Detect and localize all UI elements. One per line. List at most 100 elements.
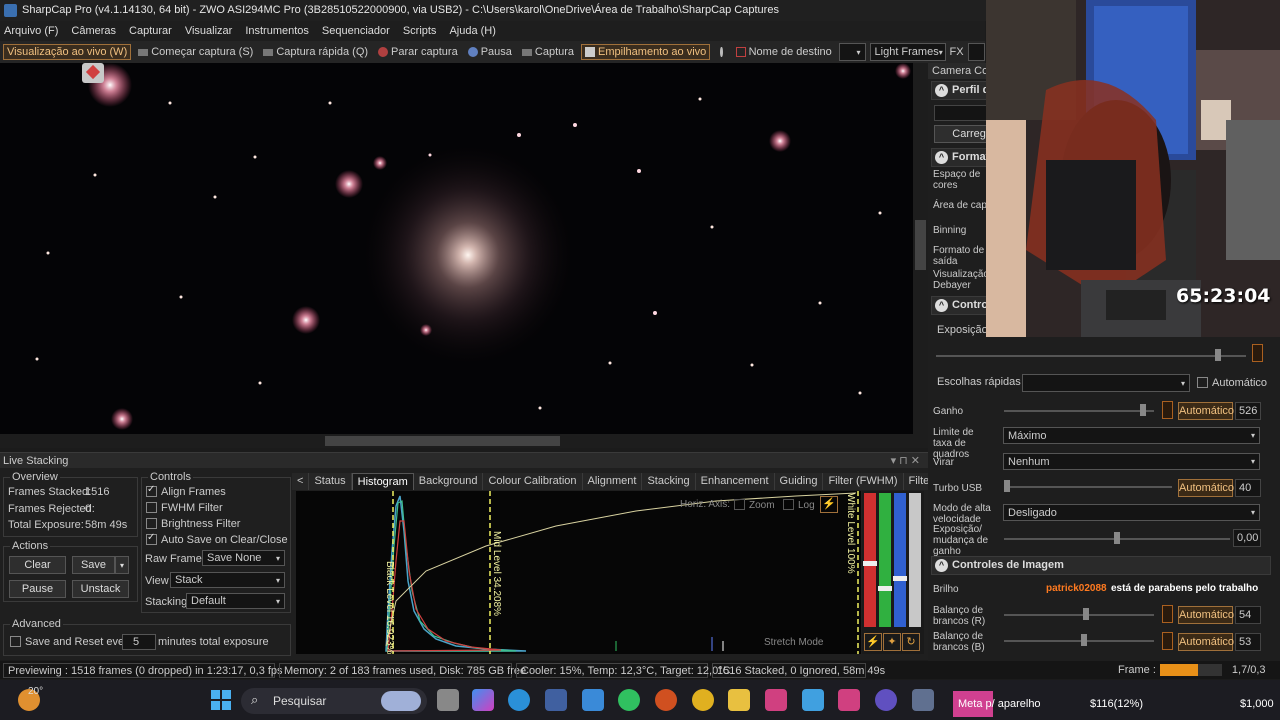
align-frames-option[interactable]: Align Frames bbox=[146, 484, 226, 498]
raw-frames-dropdown[interactable]: Save None ▾ bbox=[202, 550, 285, 566]
log-option[interactable]: Log bbox=[783, 499, 815, 511]
gain-value[interactable]: 526 bbox=[1235, 402, 1261, 420]
gain-slider[interactable] bbox=[1004, 410, 1154, 412]
tab-filter-fwhm[interactable]: Filter (FWHM) bbox=[823, 473, 904, 490]
blue-slider-thumb[interactable] bbox=[893, 576, 907, 581]
auto-save-checkbox[interactable] bbox=[146, 532, 157, 545]
white-balance-red-spinner[interactable] bbox=[1162, 605, 1173, 623]
white-balance-blue-value[interactable]: 53 bbox=[1235, 633, 1261, 651]
file-explorer-icon[interactable] bbox=[728, 689, 750, 711]
tab-enhancement[interactable]: Enhancement bbox=[695, 473, 775, 490]
app-pink-icon[interactable] bbox=[765, 689, 787, 711]
store-icon[interactable] bbox=[545, 689, 567, 711]
preview-horizontal-scroll-thumb[interactable] bbox=[325, 436, 560, 446]
menu-file[interactable]: Arquivo (F) bbox=[4, 25, 58, 37]
white-balance-blue-slider[interactable] bbox=[1004, 640, 1154, 642]
live-view-button[interactable]: Visualização ao vivo (W) bbox=[3, 44, 132, 60]
auto-stretch-icon[interactable]: ⚡ bbox=[820, 496, 838, 513]
usb-turbo-value[interactable]: 40 bbox=[1235, 479, 1261, 497]
pause-button[interactable]: Pausa bbox=[465, 45, 515, 59]
tab-status[interactable]: Status bbox=[309, 473, 352, 490]
green-slider-thumb[interactable] bbox=[878, 586, 892, 591]
fx-dropdown[interactable] bbox=[967, 43, 986, 61]
fwhm-filter-checkbox[interactable] bbox=[146, 502, 157, 513]
zoom-option[interactable]: Zoom bbox=[734, 499, 775, 511]
save-dropdown-button[interactable]: ▾ bbox=[115, 556, 129, 574]
view-dropdown[interactable]: Stack ▾ bbox=[170, 572, 285, 588]
windows-start-icon[interactable] bbox=[211, 690, 231, 710]
edge-icon[interactable] bbox=[508, 689, 530, 711]
high-speed-mode-dropdown[interactable]: Desligado ▾ bbox=[1003, 504, 1260, 521]
auto-exposure-checkbox[interactable] bbox=[1197, 377, 1208, 388]
tab-background[interactable]: Background bbox=[413, 473, 484, 490]
sparkle-icon[interactable]: ✦ bbox=[883, 633, 901, 651]
capture-button[interactable]: Captura bbox=[519, 45, 577, 59]
whatsapp-icon[interactable] bbox=[618, 689, 640, 711]
gain-slider-thumb[interactable] bbox=[1140, 404, 1146, 416]
menu-view[interactable]: Visualizar bbox=[185, 25, 233, 37]
menu-help[interactable]: Ajuda (H) bbox=[449, 25, 495, 37]
brightness-filter-checkbox[interactable] bbox=[146, 518, 157, 529]
white-balance-red-slider[interactable] bbox=[1004, 614, 1154, 616]
app-pink-icon-2[interactable] bbox=[838, 689, 860, 711]
white-balance-red-auto-button[interactable]: Automático bbox=[1178, 606, 1234, 624]
luminance-level-slider[interactable] bbox=[909, 493, 921, 627]
frame-type-dropdown[interactable]: Light Frames ▾ bbox=[869, 43, 946, 61]
flip-dropdown[interactable]: Nenhum ▾ bbox=[1003, 453, 1260, 470]
sharpcap-taskbar-icon[interactable] bbox=[912, 689, 934, 711]
green-level-slider[interactable] bbox=[879, 493, 891, 627]
brightness-filter-option[interactable]: Brightness Filter bbox=[146, 518, 240, 530]
save-reset-checkbox[interactable] bbox=[10, 636, 21, 647]
opera-icon[interactable] bbox=[655, 689, 677, 711]
white-balance-red-value[interactable]: 54 bbox=[1235, 606, 1261, 624]
reset-icon[interactable]: ↻ bbox=[902, 633, 920, 651]
start-capture-button[interactable]: Começar captura (S) bbox=[135, 45, 256, 59]
unstack-button[interactable]: Unstack bbox=[72, 580, 129, 598]
menu-tools[interactable]: Instrumentos bbox=[245, 25, 309, 37]
clear-button[interactable]: Clear bbox=[9, 556, 66, 574]
white-balance-red-thumb[interactable] bbox=[1083, 608, 1089, 620]
level-sliders[interactable]: ⚡ ✦ ↻ bbox=[862, 491, 924, 654]
tabs-scroll-left[interactable]: < bbox=[292, 473, 310, 490]
frame-rate-limit-dropdown[interactable]: Máximo ▾ bbox=[1003, 427, 1260, 444]
log-checkbox[interactable] bbox=[783, 499, 794, 510]
white-balance-blue-thumb[interactable] bbox=[1081, 634, 1087, 646]
copilot-icon[interactable] bbox=[472, 689, 494, 711]
tab-alignment[interactable]: Alignment bbox=[582, 473, 643, 490]
target-name-dropdown[interactable]: ▾ bbox=[838, 43, 866, 61]
quick-capture-button[interactable]: Captura rápida (Q) bbox=[260, 45, 371, 59]
tab-stacking[interactable]: Stacking bbox=[642, 473, 696, 490]
app-blue-icon[interactable] bbox=[802, 689, 824, 711]
exposure-gain-change-thumb[interactable] bbox=[1114, 532, 1120, 544]
menu-scripts[interactable]: Scripts bbox=[403, 25, 437, 37]
tab-colour-calibration[interactable]: Colour Calibration bbox=[483, 473, 583, 490]
task-view-icon[interactable] bbox=[437, 689, 459, 711]
exposure-slider-thumb[interactable] bbox=[1215, 349, 1221, 361]
menu-sequencer[interactable]: Sequenciador bbox=[322, 25, 390, 37]
menu-capture[interactable]: Capturar bbox=[129, 25, 172, 37]
align-frames-checkbox[interactable] bbox=[146, 484, 157, 497]
image-controls-section-header[interactable]: ^ Controles de Imagem bbox=[931, 556, 1271, 575]
zoom-checkbox[interactable] bbox=[734, 499, 745, 510]
exposure-slider[interactable] bbox=[936, 355, 1246, 357]
live-stack-button[interactable]: Empilhamento ao vivo bbox=[581, 44, 711, 60]
menu-cameras[interactable]: Câmeras bbox=[71, 25, 116, 37]
white-balance-blue-auto-button[interactable]: Automático bbox=[1178, 633, 1234, 651]
lightning-icon[interactable]: ⚡ bbox=[864, 633, 882, 651]
tab-guiding[interactable]: Guiding bbox=[774, 473, 824, 490]
taskbar-search-box[interactable]: ⌕ Pesquisar bbox=[241, 688, 427, 714]
exposure-spinner[interactable] bbox=[1252, 344, 1263, 362]
target-name-button[interactable]: Nome de destino bbox=[733, 45, 835, 59]
usb-turbo-slider-thumb[interactable] bbox=[1004, 480, 1010, 492]
auto-exposure-option[interactable]: Automático bbox=[1197, 377, 1267, 389]
auto-save-option[interactable]: Auto Save on Clear/Close bbox=[146, 532, 288, 546]
usb-turbo-slider[interactable] bbox=[1004, 486, 1172, 488]
gain-spinner[interactable] bbox=[1162, 401, 1173, 419]
usb-turbo-auto-button[interactable]: Automático bbox=[1178, 479, 1234, 497]
save-reset-minutes-input[interactable]: 5 bbox=[122, 634, 156, 650]
dock-controls[interactable]: ▾ ⊓ ✕ bbox=[891, 453, 920, 469]
gain-auto-button[interactable]: Automático bbox=[1178, 402, 1234, 420]
app-purple-icon[interactable] bbox=[875, 689, 897, 711]
red-slider-thumb[interactable] bbox=[863, 561, 877, 566]
chrome-icon[interactable] bbox=[692, 689, 714, 711]
